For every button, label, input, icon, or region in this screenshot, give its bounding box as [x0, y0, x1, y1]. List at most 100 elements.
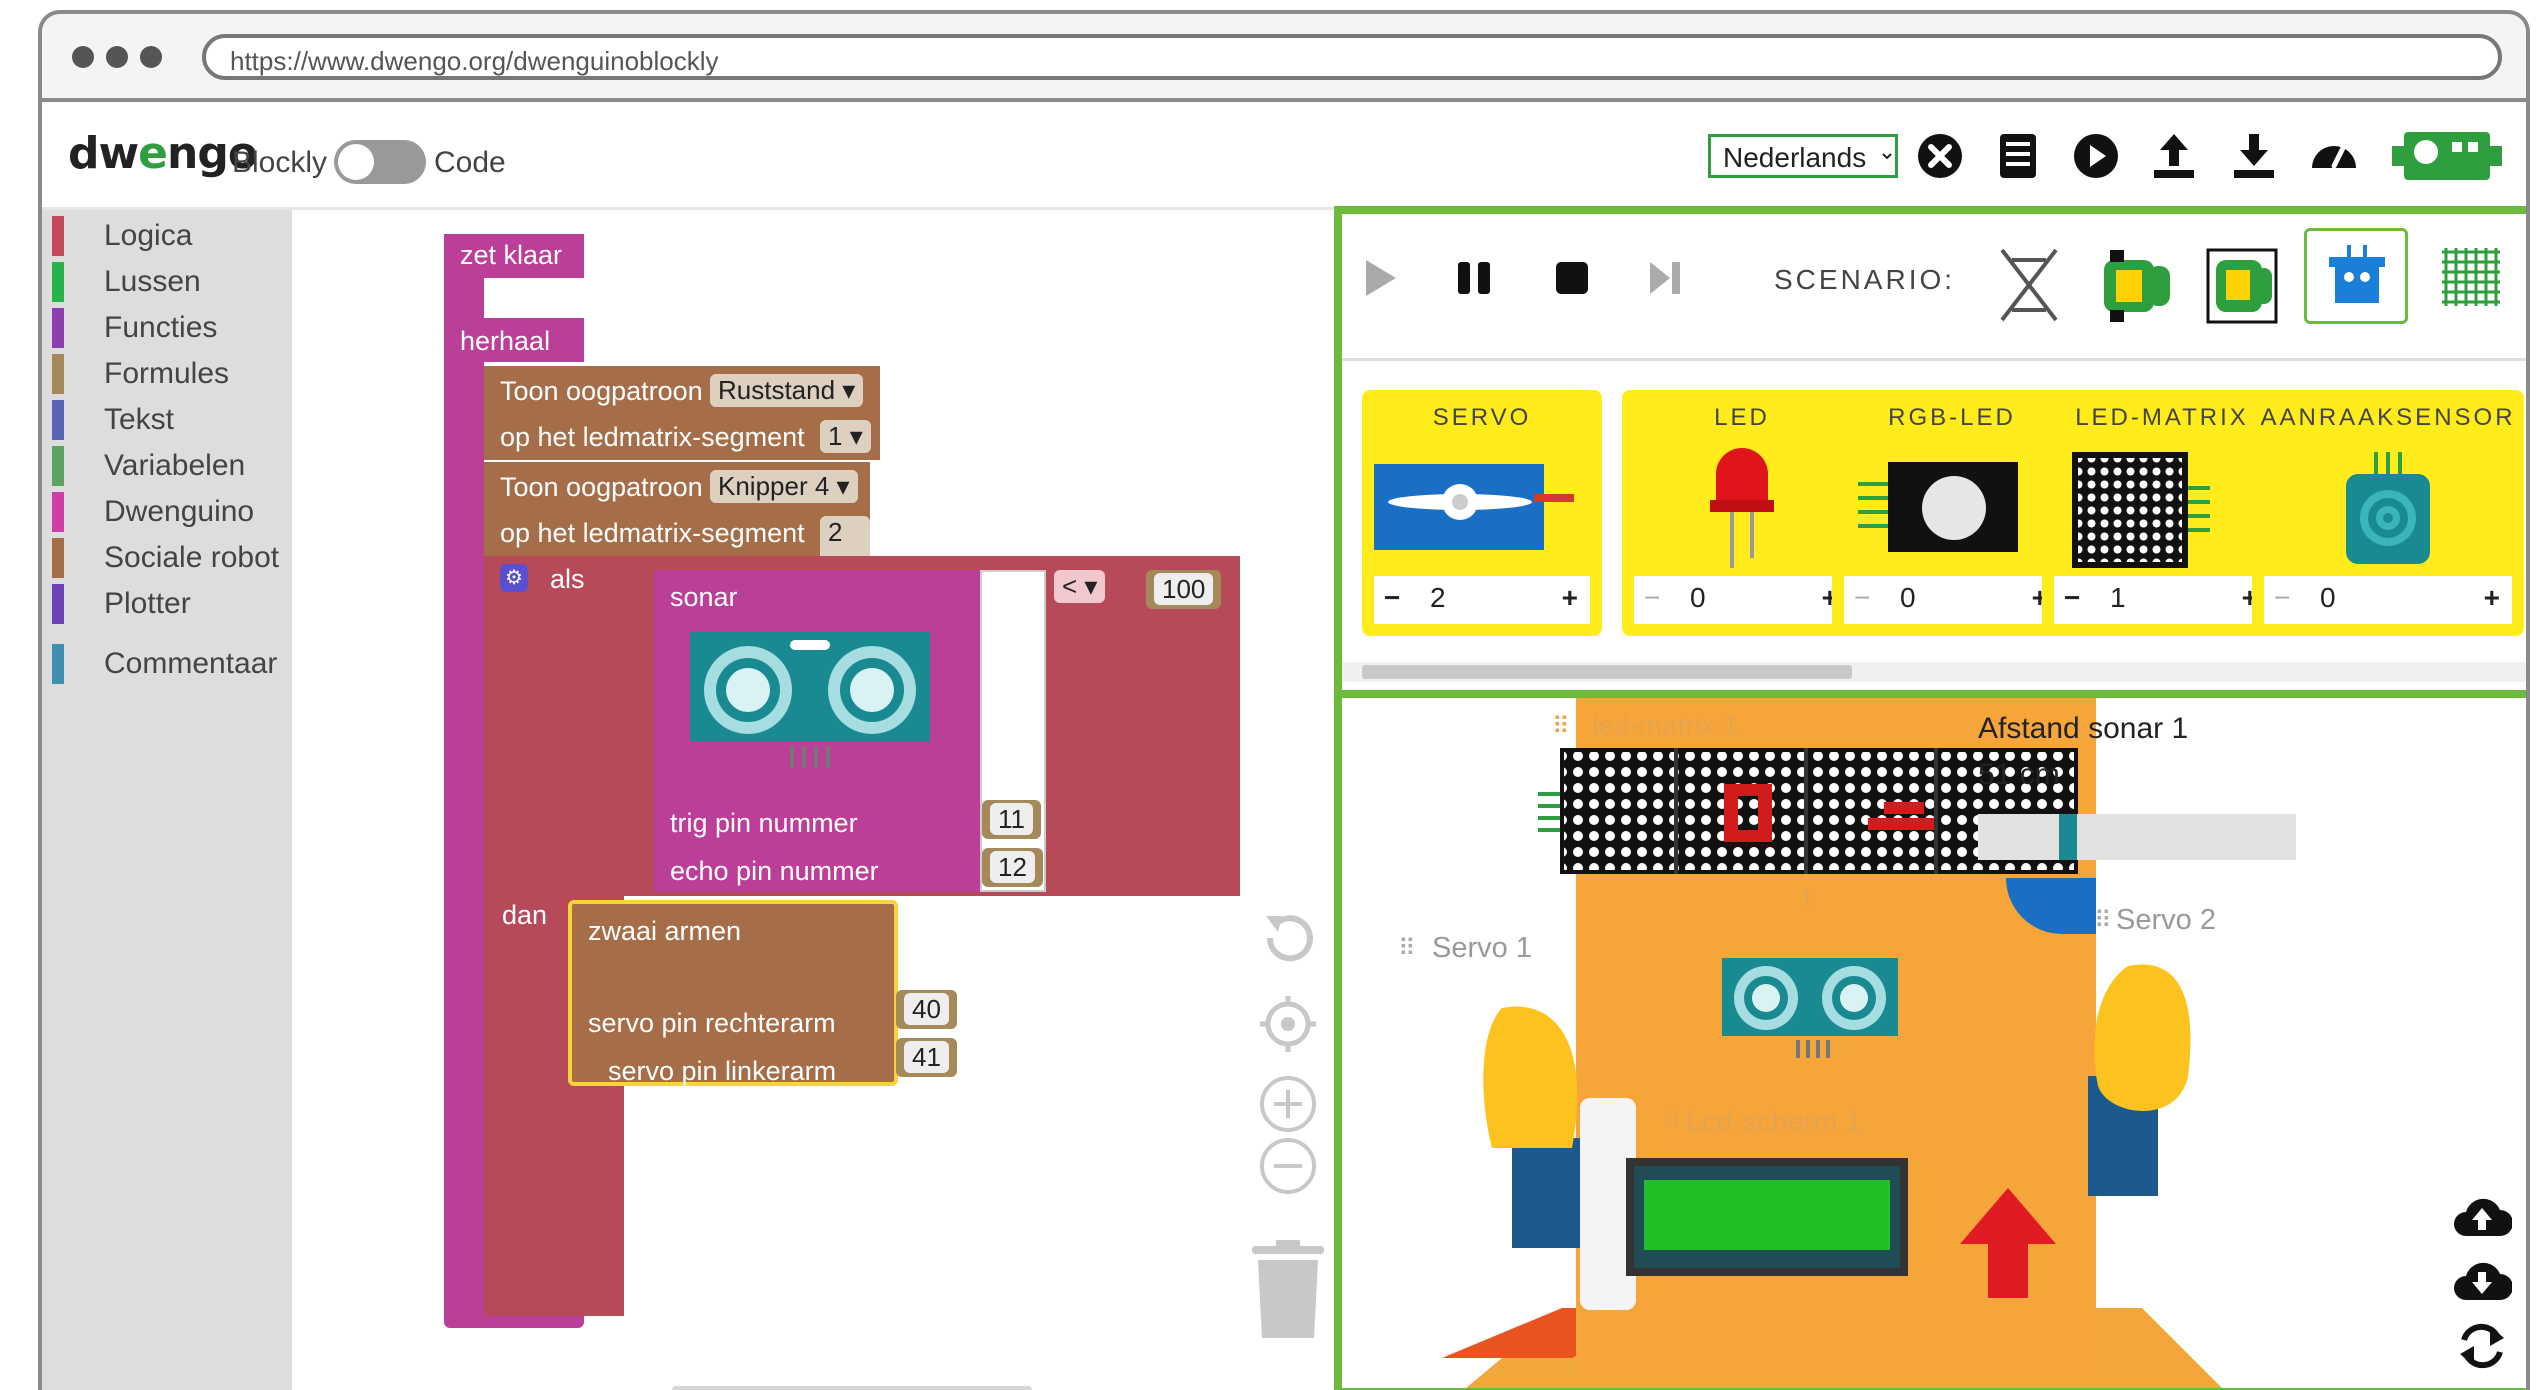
- compare-number-field[interactable]: 100: [1154, 573, 1214, 605]
- toolbox-category-logica[interactable]: Logica: [52, 216, 282, 256]
- eye-pattern-block-2[interactable]: Toon oogpatroon Knipper 4 ▾ op het ledma…: [484, 462, 870, 580]
- toolbox-category-plotter[interactable]: Plotter: [52, 584, 282, 624]
- upload-icon[interactable]: [2144, 126, 2204, 186]
- lcd-display-area: [1644, 1180, 1890, 1250]
- compare-number-block[interactable]: 100: [1146, 570, 1222, 609]
- dwenguino-board-icon[interactable]: [2392, 124, 2502, 188]
- sim-divider: [1342, 358, 2526, 361]
- toolbox-category-lussen[interactable]: Lussen: [52, 262, 282, 302]
- component-title: LED: [1714, 404, 1770, 431]
- sim-pause-icon[interactable]: [1452, 256, 1496, 300]
- scenario-grid-icon[interactable]: [2438, 244, 2504, 310]
- play-icon[interactable]: [2066, 126, 2126, 186]
- decrement-button[interactable]: −: [1644, 582, 1660, 614]
- component-card-led: LED − 0 +: [1622, 390, 1862, 636]
- sonar-block[interactable]: sonar trig pin nummer echo pin nummer: [654, 570, 980, 892]
- decrement-button[interactable]: −: [2274, 582, 2290, 614]
- toolbox-category-formules[interactable]: Formules: [52, 354, 282, 394]
- servo-left-number-field[interactable]: 41: [904, 1041, 949, 1073]
- window-maximize-dot[interactable]: [140, 46, 162, 68]
- servo-2-drag-handle[interactable]: ⠿: [2094, 906, 2112, 935]
- refresh-icon[interactable]: [2454, 1318, 2510, 1374]
- lcd-drag-handle[interactable]: ⠿: [1664, 1108, 1682, 1137]
- toolbox-category-dwenguino[interactable]: Dwenguino: [52, 492, 282, 532]
- sim-play-icon[interactable]: [1358, 256, 1402, 300]
- trig-pin-number-field[interactable]: 11: [990, 803, 1033, 835]
- toolbox-category-functies[interactable]: Functies: [52, 308, 282, 348]
- setup-block[interactable]: zet klaar: [444, 234, 584, 278]
- trash-icon[interactable]: [1248, 1240, 1328, 1340]
- download-icon[interactable]: [2224, 126, 2284, 186]
- increment-button[interactable]: +: [2484, 582, 2500, 614]
- servo-right-number-block[interactable]: 40: [896, 990, 957, 1029]
- eye-pattern-dropdown[interactable]: Ruststand ▾: [710, 374, 864, 407]
- scenario-social-robot-tab[interactable]: [2304, 228, 2408, 324]
- sonar-distance-slider[interactable]: [1978, 814, 2296, 860]
- eye-pattern-value: Ruststand: [718, 375, 836, 405]
- increment-button[interactable]: +: [1562, 582, 1578, 614]
- components-scroll-track[interactable]: [1342, 662, 2526, 682]
- cloud-upload-icon[interactable]: [2452, 1192, 2512, 1244]
- dwengo-logo: dwengo: [68, 128, 258, 179]
- sonar-slider-thumb[interactable]: [2059, 814, 2077, 860]
- trig-pin-label: trig pin nummer: [670, 808, 858, 838]
- category-label: Dwenguino: [104, 495, 255, 528]
- toolbox-category-sociale-robot[interactable]: Sociale robot: [52, 538, 282, 578]
- servo-left-label: servo pin linkerarm: [608, 1056, 837, 1086]
- component-card-led-matrix: LED-MATRIX − 1 +: [2042, 390, 2282, 636]
- scenario-crossed-icon[interactable]: [1992, 240, 2066, 330]
- eye-pattern-block-1[interactable]: Toon oogpatroon Ruststand ▾ op het ledma…: [484, 366, 880, 460]
- save-file-icon[interactable]: [1988, 126, 2048, 186]
- sim-stop-icon[interactable]: [1550, 256, 1594, 300]
- servo-right-number-field[interactable]: 40: [904, 993, 949, 1025]
- setup-label: zet klaar: [460, 240, 563, 270]
- eye-pattern-dropdown[interactable]: Knipper 4 ▾: [710, 470, 858, 503]
- browser-chrome: https://www.dwengo.org/dwenguinoblockly: [42, 14, 2526, 102]
- compare-operator-value: <: [1062, 571, 1078, 601]
- segment-value: 2: [828, 517, 843, 547]
- red-arrow-up-icon[interactable]: [1960, 1188, 2056, 1298]
- component-card-servo: SERVO − 2 +: [1362, 390, 1602, 636]
- loop-block[interactable]: herhaal: [444, 318, 584, 362]
- close-circle-icon[interactable]: [1910, 126, 1970, 186]
- trig-pin-number-block[interactable]: 11: [982, 800, 1041, 839]
- code-view-toggle[interactable]: [334, 140, 426, 184]
- sonar-label: sonar: [670, 582, 738, 612]
- gear-icon[interactable]: ⚙: [500, 564, 528, 592]
- toolbox-category-commentaar[interactable]: Commentaar: [52, 644, 282, 684]
- segment-value: 1: [828, 421, 843, 451]
- toolbox-category-tekst[interactable]: Tekst: [52, 400, 282, 440]
- toolbox-category-variabelen[interactable]: Variabelen: [52, 446, 282, 486]
- undo-icon[interactable]: [1256, 902, 1320, 966]
- recenter-icon[interactable]: [1256, 992, 1320, 1056]
- compare-operator-dropdown[interactable]: < ▾: [1054, 570, 1106, 603]
- echo-pin-number-block[interactable]: 12: [982, 848, 1043, 887]
- segment-dropdown[interactable]: 1 ▾: [820, 420, 871, 453]
- servo-left-number-block[interactable]: 41: [896, 1038, 957, 1077]
- wave-arms-block[interactable]: zwaai armen servo pin rechterarm servo p…: [568, 900, 898, 1086]
- scenario-robot-wall-icon[interactable]: [2202, 240, 2282, 330]
- workspace-horizontal-scrollbar[interactable]: [672, 1386, 1032, 1390]
- components-scroll-thumb[interactable]: [1362, 665, 1852, 679]
- servo-1-drag-handle[interactable]: ⠿: [1398, 934, 1416, 963]
- decrement-button[interactable]: −: [1384, 582, 1400, 614]
- sim-step-icon[interactable]: [1642, 256, 1686, 300]
- sonar-distance-title: Afstand sonar 1: [1978, 712, 2189, 745]
- window-minimize-dot[interactable]: [106, 46, 128, 68]
- ledmatrix-drag-handle[interactable]: ⠿: [1552, 712, 1570, 741]
- speedometer-icon[interactable]: [2304, 126, 2364, 186]
- echo-pin-number-field[interactable]: 12: [990, 851, 1035, 883]
- decrement-button[interactable]: −: [1854, 582, 1870, 614]
- url-bar[interactable]: https://www.dwengo.org/dwenguinoblockly: [202, 34, 2502, 80]
- zoom-in-icon[interactable]: [1256, 1072, 1320, 1136]
- blockly-workspace[interactable]: zet klaar herhaal Toon oogpatroon Rustst…: [292, 210, 1362, 1390]
- zoom-out-icon[interactable]: [1256, 1134, 1320, 1198]
- component-count: 0: [1690, 582, 1706, 613]
- scenario-robot-car-icon[interactable]: [2096, 240, 2176, 330]
- window-close-dot[interactable]: [72, 46, 94, 68]
- decrement-button[interactable]: −: [2064, 582, 2080, 614]
- language-select[interactable]: Nederlands: [1708, 134, 1898, 178]
- servo-icon: [1374, 464, 1574, 550]
- servo-2-label: Servo 2: [2116, 904, 2216, 936]
- cloud-download-icon[interactable]: [2452, 1256, 2512, 1308]
